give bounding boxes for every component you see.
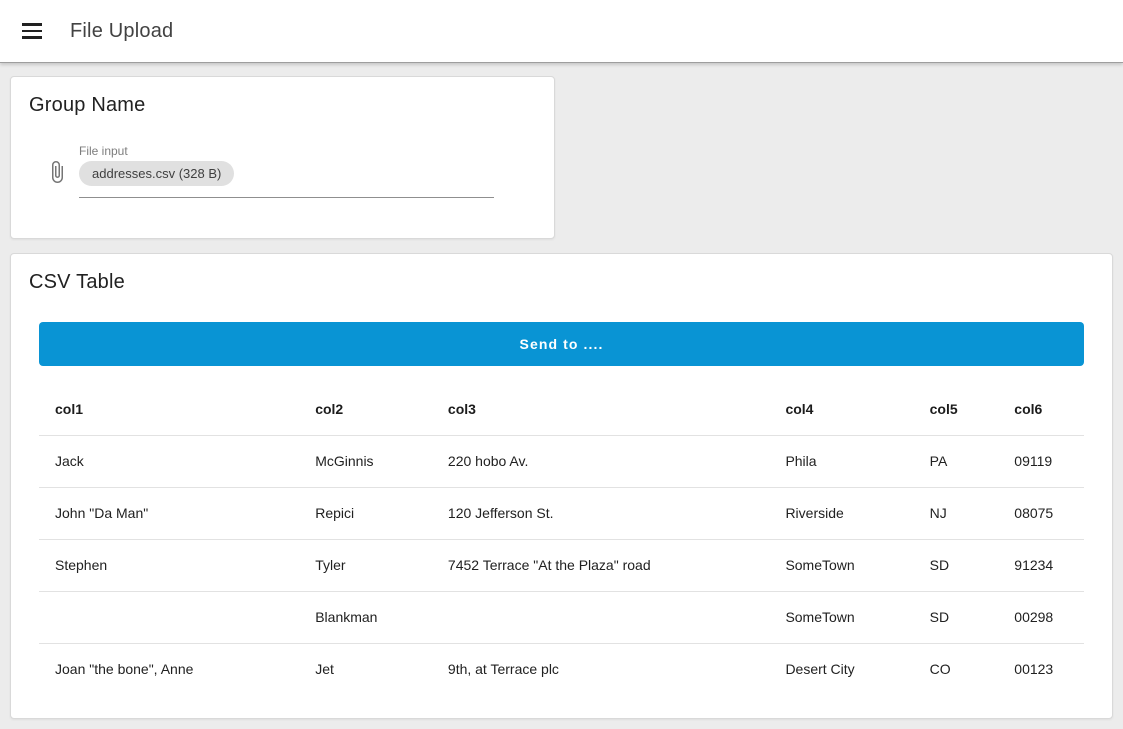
table-row: Joan "the bone", AnneJet9th, at Terrace … <box>39 643 1084 695</box>
table-cell: Joan "the bone", Anne <box>39 643 299 695</box>
csv-table-head: col1col2col3col4col5col6 <box>39 383 1084 435</box>
table-cell: 91234 <box>998 539 1084 591</box>
table-cell: 120 Jefferson St. <box>432 487 770 539</box>
send-button[interactable]: Send to .... <box>39 322 1084 366</box>
page-content: Group Name File input addresses.csv (328… <box>0 63 1123 719</box>
table-cell: Phila <box>769 435 913 487</box>
table-row: JackMcGinnis220 hobo Av.PhilaPA09119 <box>39 435 1084 487</box>
menu-button[interactable] <box>22 23 42 39</box>
table-cell: McGinnis <box>299 435 432 487</box>
table-cell: CO <box>914 643 999 695</box>
table-cell <box>432 591 770 643</box>
table-cell: PA <box>914 435 999 487</box>
table-cell: Riverside <box>769 487 913 539</box>
file-input-control: File input addresses.csv (328 B) <box>79 144 494 198</box>
column-header: col1 <box>39 383 299 435</box>
csv-card-title: CSV Table <box>11 254 1112 294</box>
csv-table-wrap: col1col2col3col4col5col6 JackMcGinnis220… <box>39 383 1084 695</box>
table-row: John "Da Man"Repici120 Jefferson St.Rive… <box>39 487 1084 539</box>
file-input[interactable]: File input addresses.csv (328 B) <box>11 144 554 198</box>
column-header: col4 <box>769 383 913 435</box>
table-cell: SomeTown <box>769 591 913 643</box>
file-input-underline: addresses.csv (328 B) <box>79 161 494 198</box>
csv-table: col1col2col3col4col5col6 JackMcGinnis220… <box>39 383 1084 695</box>
file-chip: addresses.csv (328 B) <box>79 161 234 186</box>
column-header: col6 <box>998 383 1084 435</box>
csv-card: CSV Table Send to .... col1col2col3col4c… <box>10 253 1113 719</box>
csv-table-body: JackMcGinnis220 hobo Av.PhilaPA09119John… <box>39 435 1084 695</box>
table-cell: 7452 Terrace "At the Plaza" road <box>432 539 770 591</box>
table-cell: Repici <box>299 487 432 539</box>
table-cell: 9th, at Terrace plc <box>432 643 770 695</box>
app-bar: File Upload <box>0 0 1123 63</box>
column-header: col2 <box>299 383 432 435</box>
table-row: StephenTyler7452 Terrace "At the Plaza" … <box>39 539 1084 591</box>
table-cell <box>39 591 299 643</box>
table-cell: SomeTown <box>769 539 913 591</box>
header-row: col1col2col3col4col5col6 <box>39 383 1084 435</box>
table-cell: John "Da Man" <box>39 487 299 539</box>
group-card: Group Name File input addresses.csv (328… <box>10 76 555 239</box>
group-card-title: Group Name <box>11 77 554 117</box>
table-cell: 00298 <box>998 591 1084 643</box>
table-cell: SD <box>914 591 999 643</box>
table-cell: Stephen <box>39 539 299 591</box>
table-cell: NJ <box>914 487 999 539</box>
table-cell: Jack <box>39 435 299 487</box>
table-cell: Jet <box>299 643 432 695</box>
table-cell: 09119 <box>998 435 1084 487</box>
paperclip-icon <box>45 160 69 184</box>
file-input-label: File input <box>79 144 494 158</box>
table-cell: Blankman <box>299 591 432 643</box>
page-title: File Upload <box>70 20 173 43</box>
column-header: col3 <box>432 383 770 435</box>
hamburger-menu-icon <box>22 23 42 26</box>
table-row: Blankman SomeTownSD00298 <box>39 591 1084 643</box>
table-cell: 220 hobo Av. <box>432 435 770 487</box>
table-cell: 08075 <box>998 487 1084 539</box>
table-cell: SD <box>914 539 999 591</box>
column-header: col5 <box>914 383 999 435</box>
table-cell: Desert City <box>769 643 913 695</box>
table-cell: Tyler <box>299 539 432 591</box>
table-cell: 00123 <box>998 643 1084 695</box>
